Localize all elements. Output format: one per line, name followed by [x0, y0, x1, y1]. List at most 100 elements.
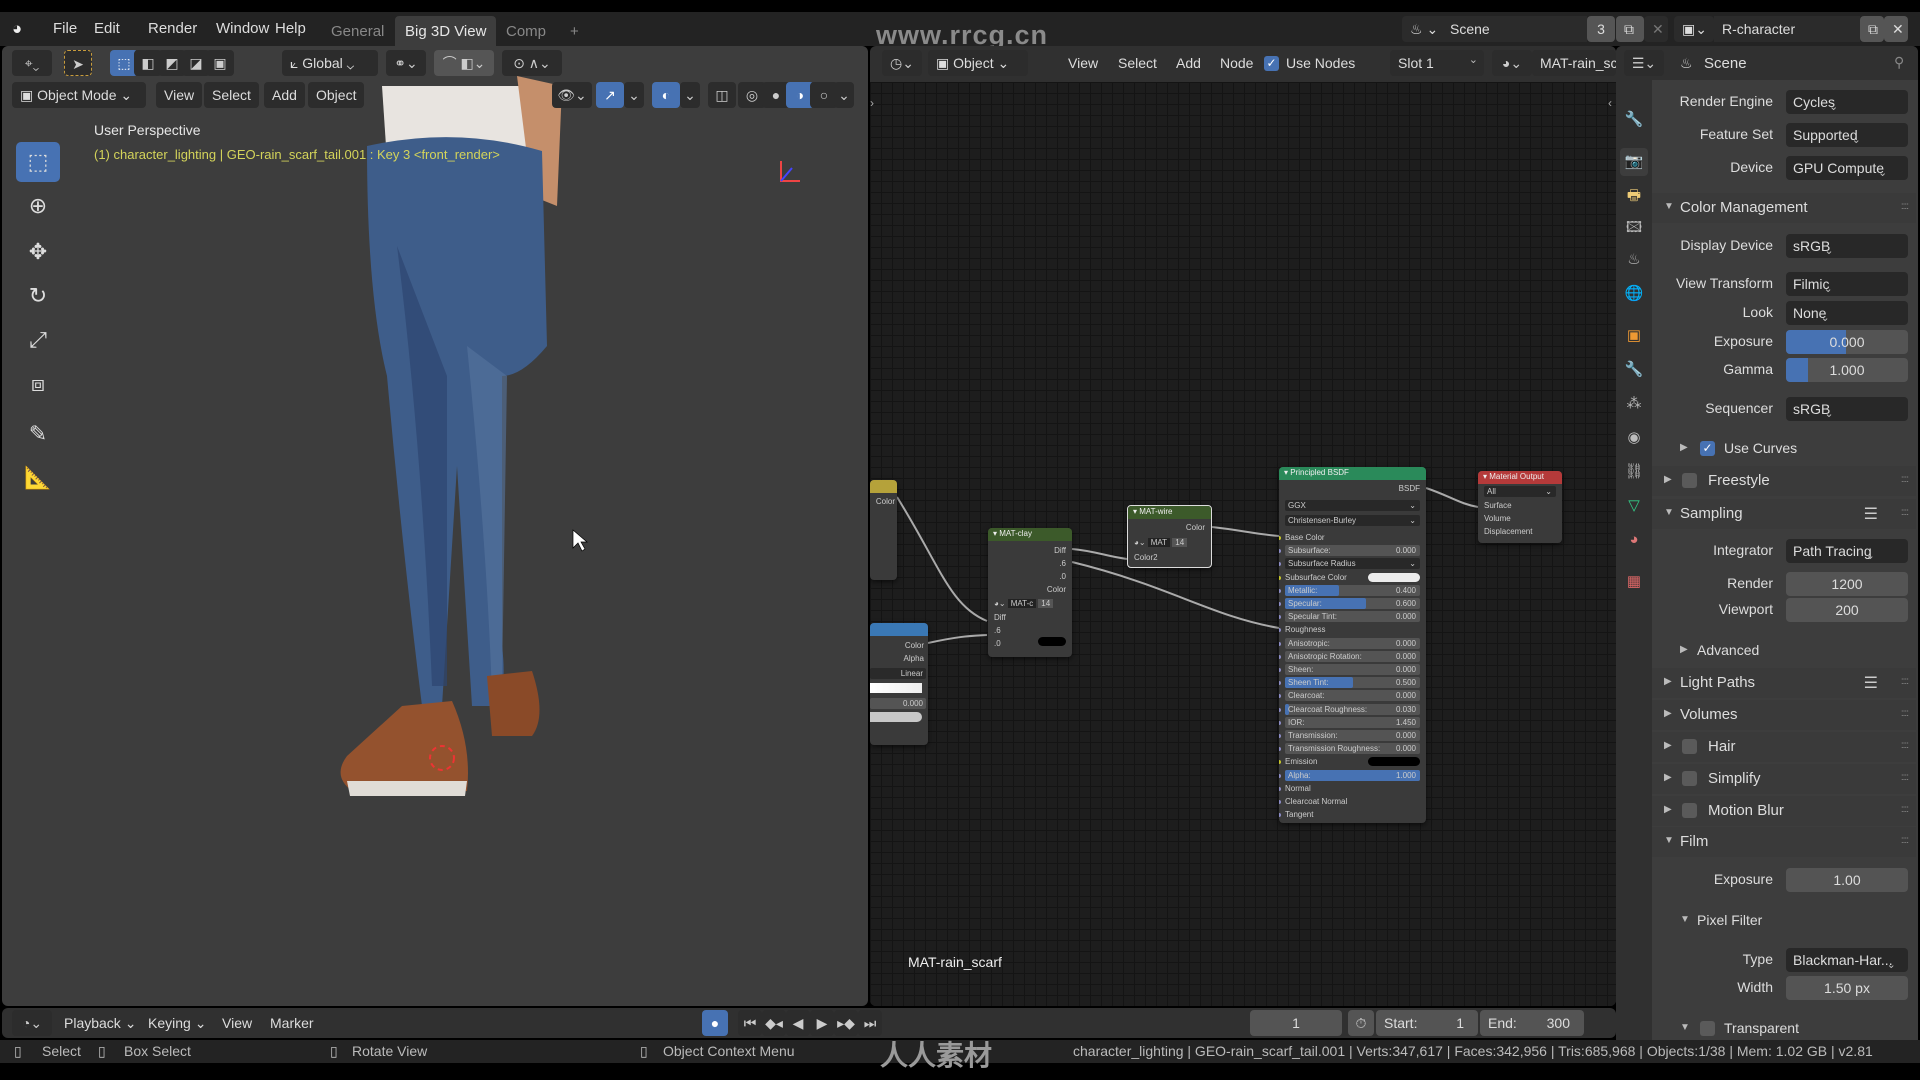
input-socket[interactable] — [1279, 694, 1281, 699]
jump-start-icon[interactable]: ⏮ — [738, 1010, 762, 1036]
auto-keying-button[interactable]: ● — [702, 1010, 728, 1036]
transform-icon[interactable]: ⧈ — [16, 364, 60, 404]
input-socket[interactable] — [1279, 668, 1281, 672]
exposure-field[interactable]: 1.00 — [1786, 868, 1908, 892]
preview-range-icon[interactable]: ⏱ — [1348, 1010, 1374, 1036]
panel-color-management[interactable]: ▼ Color Management:::: — [1652, 193, 1916, 223]
viewport-field[interactable]: 200 — [1786, 598, 1908, 622]
node-material-output[interactable]: ▾ Material Output All ⌄ Surface Volume Di… — [1478, 471, 1562, 543]
rotate-icon[interactable]: ↻ — [16, 276, 60, 316]
exposure-field[interactable]: 0.000 — [1786, 330, 1908, 354]
bsdf-input-transmission-roughness[interactable]: Transmission Roughness: 0.000 — [1279, 743, 1420, 755]
drag-handle-icon[interactable]: :::: — [1901, 708, 1909, 719]
input-socket[interactable] — [1279, 800, 1281, 804]
color-ramp[interactable] — [870, 683, 922, 693]
subsurface-method-dropdown[interactable]: Christensen-Burley ⌄ — [1285, 515, 1420, 526]
color-swatch[interactable] — [1368, 757, 1420, 767]
transparent-checkbox[interactable] — [1700, 1021, 1715, 1036]
jump-next-keyframe-icon[interactable]: ▸◆ — [834, 1010, 858, 1036]
input-socket[interactable] — [1279, 628, 1281, 633]
panel-freestyle[interactable]: ▶ Freestyle:::: — [1652, 466, 1916, 496]
motion-blur-checkbox[interactable] — [1682, 803, 1697, 818]
input-socket[interactable] — [1279, 773, 1281, 778]
panel-simplify[interactable]: ▶ Simplify:::: — [1652, 764, 1916, 794]
close-view-layer-icon[interactable]: ✕ — [1884, 16, 1908, 42]
menu-render[interactable]: Render — [148, 20, 197, 37]
editor-type-icon[interactable]: ⌖⌄ — [12, 50, 52, 76]
editor-type-icon[interactable]: ☰⌄ — [1624, 50, 1664, 76]
workspace-tab-comp[interactable]: Comp — [496, 16, 556, 46]
timeline-menu-keying[interactable]: Keying ⌄ — [148, 1015, 206, 1032]
panel-light-paths[interactable]: ▶ Light Paths ☰:::: — [1652, 668, 1916, 698]
transform-orientation-dropdown[interactable]: ⟀ Global ⌄ — [282, 50, 378, 76]
node-partial-blue[interactable]: Color Alpha Linear 0.000 — [870, 623, 928, 745]
jump-prev-keyframe-icon[interactable]: ◆◂ — [762, 1010, 786, 1036]
node-partial-yellow[interactable]: Color — [870, 480, 897, 580]
triangle-down-icon[interactable]: ▼ — [1680, 914, 1690, 925]
look-dropdown[interactable]: None⌄ — [1786, 301, 1908, 325]
width-field[interactable]: 1.50 px — [1786, 976, 1908, 1000]
input-socket[interactable] — [1279, 536, 1281, 540]
start-frame-field[interactable]: Start: 1 — [1376, 1010, 1478, 1036]
ramp-position-field[interactable]: 0.000 — [870, 698, 926, 709]
node-group-selector[interactable]: ◕⌄ MAT-c 14 — [994, 598, 1066, 609]
bsdf-input-clearcoat[interactable]: Clearcoat: 0.000 — [1279, 690, 1420, 702]
input-socket[interactable] — [1279, 549, 1281, 554]
freestyle-checkbox[interactable] — [1682, 473, 1697, 488]
bsdf-input-anisotropic-rotation[interactable]: Anisotropic Rotation: 0.000 — [1279, 650, 1420, 662]
bsdf-input-subsurface-color[interactable]: Subsurface Color — [1279, 572, 1420, 583]
move-icon[interactable]: ✥ — [16, 232, 60, 272]
close-scene-icon[interactable]: ✕ — [1644, 16, 1668, 42]
bsdf-input-sheen-tint[interactable]: Sheen Tint: 0.500 — [1279, 677, 1420, 689]
visibility-icon[interactable]: 👁⌄ — [552, 82, 592, 108]
bsdf-input-specular-tint[interactable]: Specular Tint: 0.000 — [1279, 611, 1420, 623]
distribution-dropdown[interactable]: GGX ⌄ — [1285, 500, 1420, 511]
duplicate-view-layer-icon[interactable]: ⧉ — [1860, 16, 1884, 42]
gizmo-dropdown-icon[interactable]: ⌄ — [624, 82, 644, 108]
input-socket[interactable] — [1279, 747, 1281, 752]
bsdf-input-alpha[interactable]: Alpha: 1.000 — [1279, 769, 1420, 781]
view-transform-dropdown[interactable]: Filmic⌄ — [1786, 272, 1908, 296]
sequencer-dropdown[interactable]: sRGB⌄ — [1786, 397, 1908, 421]
input-socket[interactable] — [1279, 654, 1281, 659]
drag-handle-icon[interactable]: :::: — [1901, 740, 1909, 751]
bsdf-input-clearcoat-roughness[interactable]: Clearcoat Roughness: 0.030 — [1279, 703, 1420, 715]
panel-hair[interactable]: ▶ Hair:::: — [1652, 732, 1916, 762]
color-swatch[interactable] — [1038, 637, 1066, 646]
input-socket[interactable] — [1279, 588, 1281, 593]
node-mat-clay[interactable]: ▾ MAT-clay Diff .6.0 Color ◕⌄ MAT-c 14 Diff .6… — [988, 528, 1072, 657]
jump-end-icon[interactable]: ⏭ — [858, 1010, 882, 1036]
render-field[interactable]: 1200 — [1786, 572, 1908, 596]
viewport-menu-add[interactable]: Add — [264, 82, 305, 108]
workspace-tab-big-3d-view[interactable]: Big 3D View — [395, 16, 497, 46]
target-dropdown[interactable]: All ⌄ — [1484, 486, 1556, 497]
presets-list-icon[interactable]: ☰ — [1864, 504, 1878, 524]
annotate-icon[interactable]: ✎ — [16, 414, 60, 454]
drag-handle-icon[interactable]: :::: — [1901, 474, 1909, 485]
node-principled-bsdf[interactable]: ▾ Principled BSDF BSDF GGX ⌄ Christensen-… — [1279, 467, 1426, 823]
integrator-dropdown[interactable]: Path Tracing⌄ — [1786, 539, 1908, 563]
menu-file[interactable]: File — [53, 20, 77, 37]
drag-handle-icon[interactable]: :::: — [1901, 201, 1909, 212]
3d-viewport[interactable]: ⌖⌄ ➤ ⬚ ◧ ◩ ◪ ▣ ⟀ Global ⌄ ⚭⌄ ⌒ ◧⌄ ⊙ ∧⌄ ▣… — [2, 46, 868, 1006]
toolbar-expand-icon[interactable]: › — [870, 96, 874, 110]
cursor-icon[interactable]: ⊕ — [16, 186, 60, 226]
hair-checkbox[interactable] — [1682, 739, 1697, 754]
viewport-menu-object[interactable]: Object — [308, 82, 365, 108]
input-socket[interactable] — [1279, 707, 1281, 712]
drag-handle-icon[interactable]: :::: — [1901, 772, 1909, 783]
drag-handle-icon[interactable]: :::: — [1901, 507, 1909, 518]
select-mode-intersect-icon[interactable]: ▣ — [206, 50, 234, 76]
feature-set-dropdown[interactable]: Supported⌄ — [1786, 123, 1908, 147]
panel-sampling[interactable]: ▼ Sampling ☰:::: — [1652, 499, 1916, 529]
overlays-icon[interactable]: ◐ — [652, 82, 680, 108]
physics-icon[interactable]: ◉ — [1620, 424, 1648, 452]
gamma-field[interactable]: 1.000 — [1786, 358, 1908, 382]
display-device-dropdown[interactable]: sRGB⌄ — [1786, 234, 1908, 258]
input-socket[interactable] — [1279, 562, 1281, 567]
input-socket[interactable] — [1279, 641, 1281, 646]
use-curves-checkbox[interactable]: ✓ — [1700, 441, 1715, 456]
bsdf-input-subsurface[interactable]: Subsurface: 0.000 — [1279, 545, 1420, 557]
end-frame-field[interactable]: End: 300 — [1480, 1010, 1584, 1036]
mode-dropdown[interactable]: ▣ Object Mode ⌄ — [12, 82, 146, 108]
